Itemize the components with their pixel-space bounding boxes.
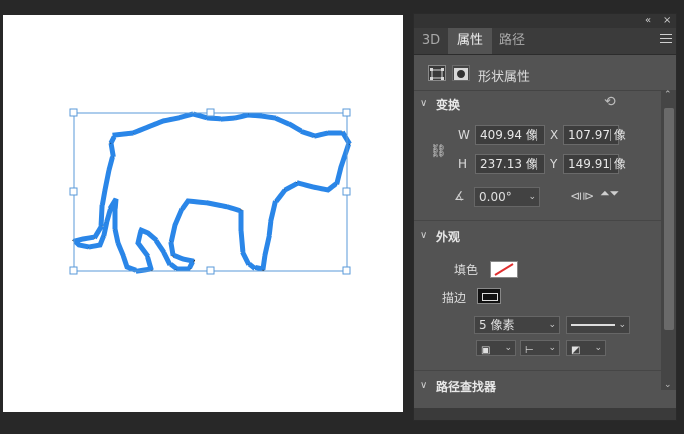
panel-resize-grip[interactable] bbox=[414, 408, 676, 420]
angle-icon: ∡ bbox=[454, 189, 465, 203]
document-canvas[interactable] bbox=[0, 0, 406, 434]
tab-properties[interactable]: 属性 bbox=[448, 28, 492, 54]
stroke-width-dropdown[interactable]: 5 像素 ⌄ bbox=[474, 316, 560, 334]
fill-swatch[interactable] bbox=[490, 261, 518, 278]
x-field[interactable]: 107.97 像 bbox=[563, 125, 626, 145]
caps-icon: ⊢ bbox=[525, 345, 534, 356]
stroke-label: 描边 bbox=[442, 291, 467, 305]
section-divider bbox=[414, 370, 661, 371]
stroke-type-dropdown[interactable]: ⌄ bbox=[566, 316, 630, 334]
w-label: W bbox=[458, 128, 470, 142]
collapse-panel-icon[interactable]: « bbox=[645, 14, 651, 28]
shape-transform-icon[interactable] bbox=[428, 65, 446, 81]
angle-field[interactable]: 0.00° ⌄ bbox=[474, 187, 540, 207]
properties-header: 形状属性 bbox=[414, 58, 676, 91]
chevron-down-icon[interactable]: ∨ bbox=[420, 380, 427, 391]
scroll-down-icon[interactable]: ⌄ bbox=[664, 380, 672, 390]
x-label: X bbox=[550, 128, 559, 142]
properties-panel: « × 3D 属性 路径 形状属性 ∨ 变换 ⟲ W 409.94 像 X 10… bbox=[413, 13, 677, 421]
chevron-down-icon[interactable]: ∨ bbox=[420, 230, 427, 241]
appearance-section-header[interactable]: ∨ 外观 bbox=[414, 224, 661, 248]
stroke-corners-dropdown[interactable]: ◩ ⌄ bbox=[566, 340, 606, 356]
transform-title: 变换 bbox=[436, 98, 461, 112]
flip-horizontal-icon[interactable]: ⧏⧐ bbox=[570, 189, 594, 203]
mask-icon[interactable] bbox=[452, 65, 470, 81]
panel-scrollbar[interactable]: ⌃ ⌄ bbox=[661, 90, 676, 390]
y-label: Y bbox=[550, 157, 558, 171]
tab-paths[interactable]: 路径 bbox=[492, 28, 532, 54]
scrollbar-thumb[interactable] bbox=[664, 108, 674, 330]
artboard[interactable] bbox=[3, 15, 403, 412]
shape-layer[interactable] bbox=[3, 15, 403, 412]
width-field[interactable]: 409.94 像 bbox=[475, 125, 545, 145]
y-field[interactable]: 149.91 像 bbox=[563, 154, 626, 174]
panel-menu-icon[interactable] bbox=[660, 34, 672, 46]
reset-transform-icon[interactable]: ⟲ bbox=[604, 94, 616, 110]
panel-title-bar: « × bbox=[414, 14, 676, 28]
stroke-swatch[interactable] bbox=[477, 288, 501, 304]
scroll-up-icon[interactable]: ⌃ bbox=[664, 90, 672, 100]
section-divider bbox=[414, 220, 661, 221]
stroke-caps-dropdown[interactable]: ⊢ ⌄ bbox=[520, 340, 560, 356]
close-panel-icon[interactable]: × bbox=[663, 14, 671, 28]
corners-icon: ◩ bbox=[571, 345, 581, 356]
fill-label: 填色 bbox=[454, 263, 479, 277]
align-icon: ▣ bbox=[481, 345, 491, 356]
h-label: H bbox=[458, 157, 468, 171]
appearance-title: 外观 bbox=[436, 230, 461, 244]
tab-3d[interactable]: 3D bbox=[416, 28, 446, 54]
flip-vertical-icon[interactable]: ⏶⏷ bbox=[600, 186, 619, 201]
pathfinder-section-header[interactable]: ∨ 路径查找器 bbox=[414, 374, 661, 398]
panel-tabs: 3D 属性 路径 bbox=[414, 28, 676, 55]
panel-header-title: 形状属性 bbox=[478, 70, 531, 85]
link-dimensions-icon[interactable]: ⛓ bbox=[430, 144, 447, 159]
anchor-points[interactable] bbox=[70, 111, 352, 274]
transform-section-header[interactable]: ∨ 变换 ⟲ bbox=[414, 92, 661, 116]
stroke-align-dropdown[interactable]: ▣ ⌄ bbox=[476, 340, 516, 356]
height-field[interactable]: 237.13 像 bbox=[475, 154, 545, 174]
chevron-down-icon[interactable]: ∨ bbox=[420, 98, 427, 109]
pathfinder-title: 路径查找器 bbox=[436, 380, 497, 394]
animal-outline-path[interactable] bbox=[72, 112, 351, 273]
